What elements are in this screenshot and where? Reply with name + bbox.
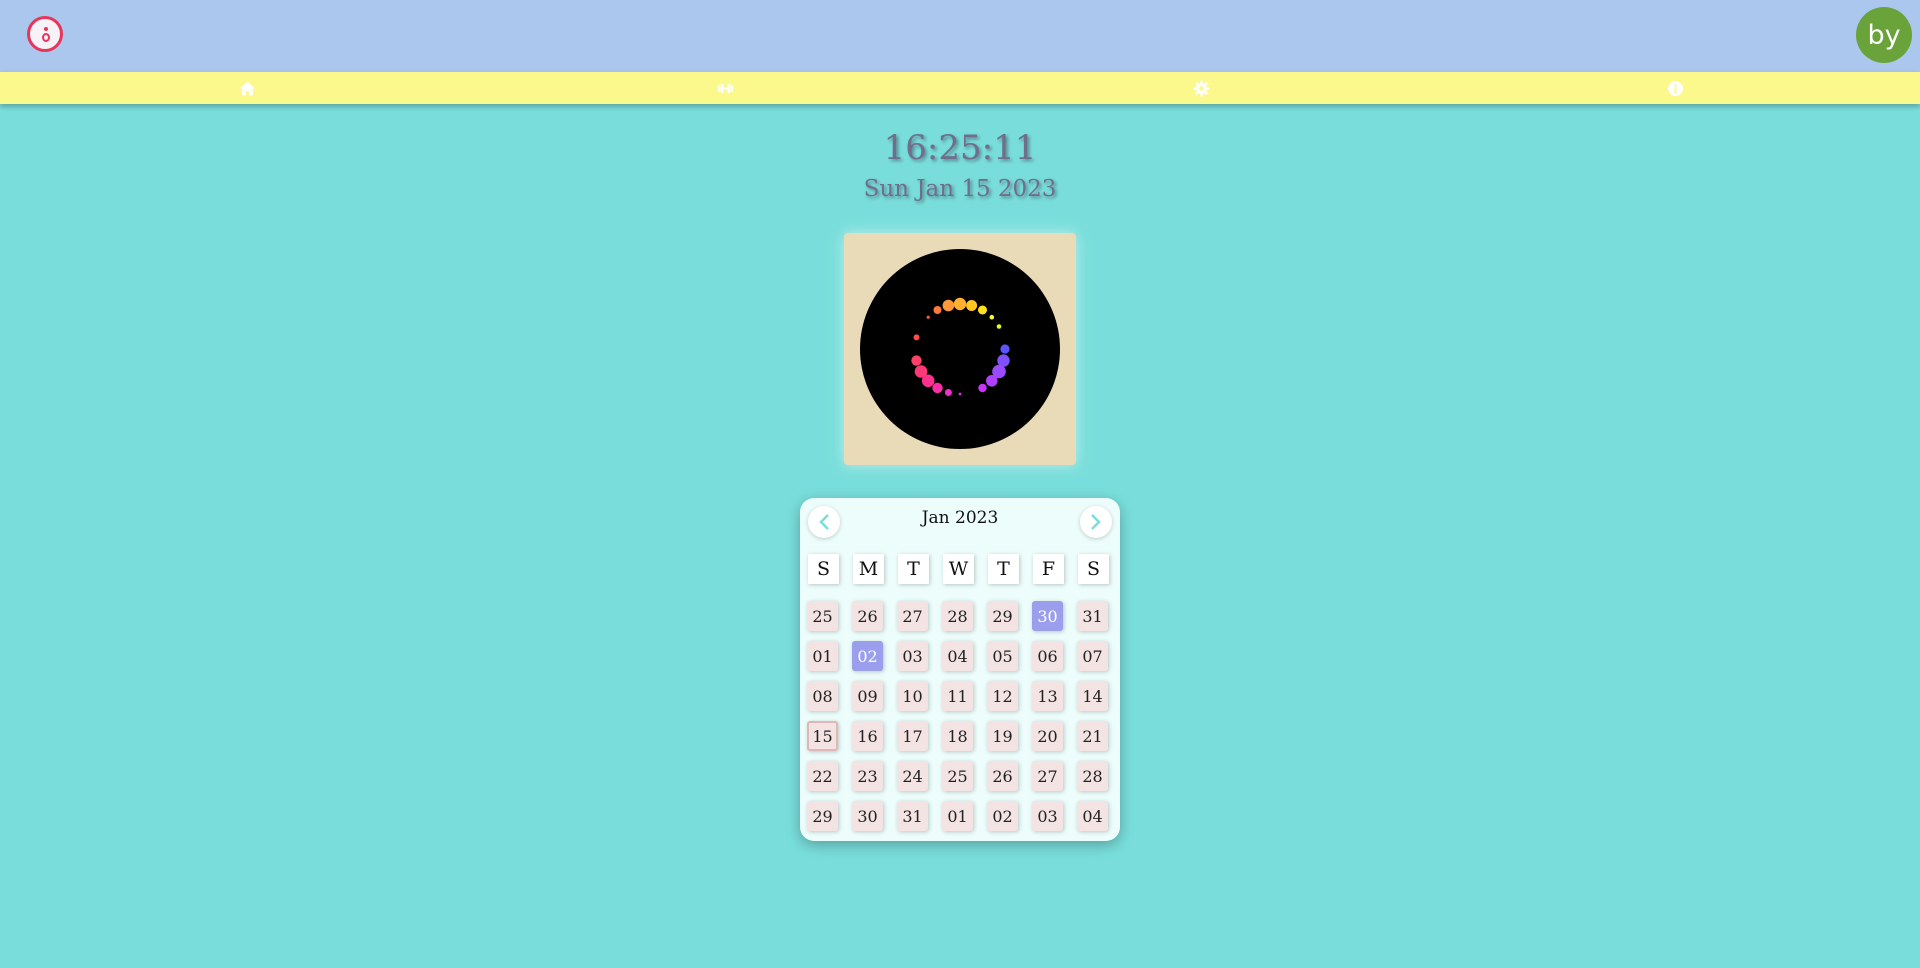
animation-dot	[932, 382, 943, 394]
calendar-day[interactable]: 21	[1077, 721, 1108, 751]
weekday-header: T	[898, 554, 929, 584]
animation-dot	[944, 389, 952, 396]
app-logo-icon[interactable]	[27, 16, 63, 52]
animation-dot	[1000, 344, 1010, 354]
calendar-day[interactable]: 30	[852, 801, 883, 831]
animation-dot	[913, 334, 920, 341]
calendar-day[interactable]: 10	[897, 681, 928, 711]
calendar-day[interactable]: 25	[807, 601, 838, 631]
calendar-day[interactable]: 09	[852, 681, 883, 711]
calendar-day[interactable]: 25	[942, 761, 973, 791]
next-month-button[interactable]	[1080, 506, 1112, 538]
calendar-month-title: Jan 2023	[921, 508, 999, 528]
user-avatar[interactable]: by	[1856, 7, 1912, 63]
animation-dot	[989, 314, 995, 320]
calendar-day[interactable]: 22	[807, 761, 838, 791]
calendar-day[interactable]: 27	[1032, 761, 1063, 791]
calendar-day[interactable]: 02	[852, 641, 883, 671]
calendar-day[interactable]: 13	[1032, 681, 1063, 711]
calendar-day[interactable]: 29	[807, 801, 838, 831]
calendar-day[interactable]: 01	[942, 801, 973, 831]
dumbbell-icon[interactable]	[715, 78, 735, 98]
animation-dot	[958, 392, 962, 396]
animation-card	[844, 233, 1076, 465]
info-icon[interactable]	[1665, 78, 1685, 98]
animation-dot	[996, 324, 1002, 329]
calendar-day[interactable]: 04	[942, 641, 973, 671]
chevron-right-icon	[1091, 514, 1101, 530]
weekday-header: T	[988, 554, 1019, 584]
calendar-day[interactable]: 14	[1077, 681, 1108, 711]
calendar-day[interactable]: 08	[807, 681, 838, 711]
calendar-day[interactable]: 01	[807, 641, 838, 671]
animation-dot	[911, 355, 922, 366]
calendar-day[interactable]: 17	[897, 721, 928, 751]
weekday-header: W	[943, 554, 974, 584]
calendar-day[interactable]: 02	[987, 801, 1018, 831]
animation-dot	[926, 315, 930, 319]
calendar-widget: Jan 2023 S M T W T F S 25 26 27 28 29 30 31 01 0…	[800, 498, 1120, 841]
weekday-header: F	[1033, 554, 1064, 584]
weekday-header: S	[1078, 554, 1109, 584]
calendar-day[interactable]: 28	[942, 601, 973, 631]
calendar-day[interactable]: 26	[987, 761, 1018, 791]
animation-dot	[978, 383, 987, 393]
calendar-day[interactable]: 04	[1077, 801, 1108, 831]
calendar-day[interactable]: 11	[942, 681, 973, 711]
animation-dot	[966, 300, 978, 311]
calendar-day[interactable]: 27	[897, 601, 928, 631]
weekday-header: S	[808, 554, 839, 584]
gear-icon[interactable]	[1191, 78, 1211, 98]
calendar-day[interactable]: 29	[987, 601, 1018, 631]
calendar-day[interactable]: 07	[1077, 641, 1108, 671]
clock-time: 16:25:11	[883, 128, 1037, 168]
calendar-day[interactable]: 16	[852, 721, 883, 751]
calendar-day[interactable]: 23	[852, 761, 883, 791]
nav-bar	[0, 72, 1920, 104]
calendar-day[interactable]: 06	[1032, 641, 1063, 671]
animation-dot	[953, 297, 967, 311]
calendar-day[interactable]: 18	[942, 721, 973, 751]
clock-date: Sun Jan 15 2023	[863, 176, 1057, 202]
top-bar: by	[0, 0, 1920, 72]
calendar-day[interactable]: 03	[897, 641, 928, 671]
weekday-header: M	[853, 554, 884, 584]
calendar-day[interactable]: 03	[1032, 801, 1063, 831]
calendar-day[interactable]: 19	[987, 721, 1018, 751]
calendar-day[interactable]: 30	[1032, 601, 1063, 631]
calendar-day[interactable]: 31	[1077, 601, 1108, 631]
home-icon[interactable]	[237, 78, 257, 98]
calendar-day[interactable]: 28	[1077, 761, 1108, 791]
animation-dot	[942, 299, 955, 312]
animation-dot	[914, 365, 928, 378]
calendar-day[interactable]: 05	[987, 641, 1018, 671]
calendar-day[interactable]: 12	[987, 681, 1018, 711]
calendar-day[interactable]: 15	[807, 721, 838, 751]
calendar-day[interactable]: 31	[897, 801, 928, 831]
dot-ring-animation	[860, 249, 1060, 449]
animation-dot	[978, 305, 987, 315]
calendar-day[interactable]: 20	[1032, 721, 1063, 751]
animation-dot	[933, 306, 942, 314]
calendar-day[interactable]: 26	[852, 601, 883, 631]
animation-dot	[986, 375, 998, 387]
calendar-day[interactable]: 24	[897, 761, 928, 791]
